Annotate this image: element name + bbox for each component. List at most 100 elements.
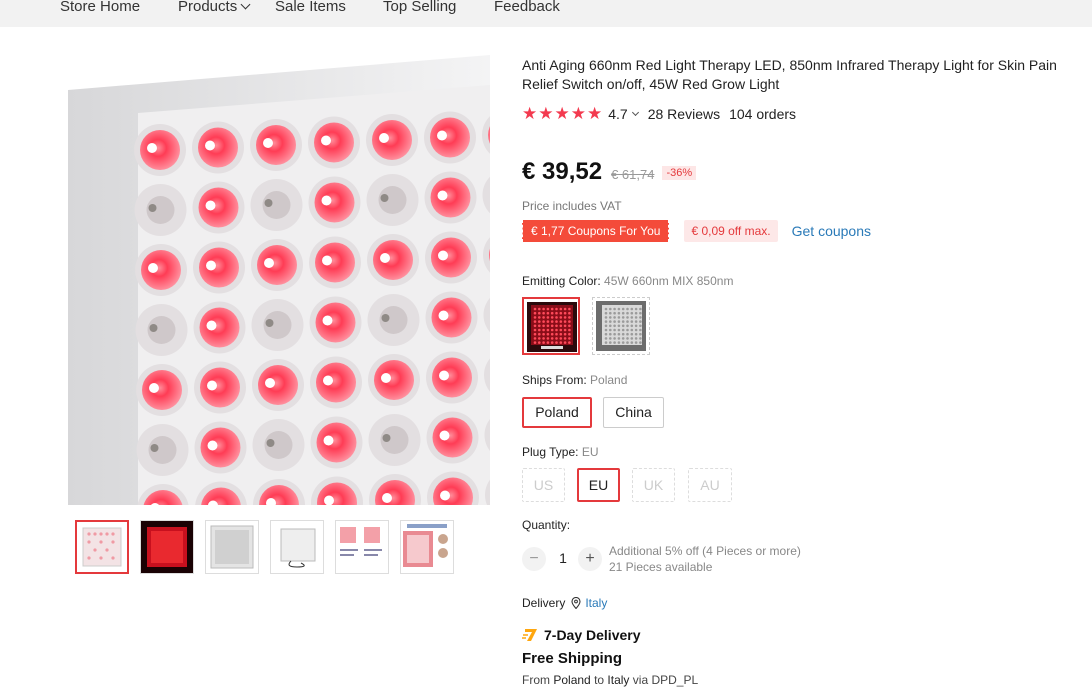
swatch-led-dot	[538, 320, 541, 323]
swatch-led-dot	[542, 324, 545, 328]
led-highlight	[321, 135, 331, 146]
thumbnail-spec-sheet-icon	[340, 527, 382, 556]
swatch-led-dot	[533, 337, 537, 340]
reviews-link[interactable]: 28 Reviews	[648, 106, 720, 122]
swatch-led-dot	[626, 337, 629, 340]
swatch-led-dot	[634, 341, 638, 344]
swatch-led-dot	[604, 332, 608, 336]
plug-eu[interactable]: EU	[577, 468, 620, 502]
swatch-led-dot	[542, 337, 545, 340]
thumbnail-3[interactable]	[205, 520, 259, 574]
swatch-led-dot	[639, 328, 642, 332]
emitting-color-value: 45W 660nm MIX 850nm	[604, 274, 734, 288]
swatch-led-dot	[550, 324, 554, 328]
location-pin-icon	[571, 597, 581, 609]
nav-store-home[interactable]: Store Home	[60, 0, 140, 15]
thumbnail-1[interactable]	[75, 520, 129, 574]
led-highlight	[381, 373, 391, 383]
chevron-down-icon	[240, 0, 251, 10]
swatch-led-dot	[626, 307, 629, 311]
swatch-led-dot	[630, 341, 634, 344]
swatch-led-dot	[542, 316, 545, 319]
swatch-led-dot	[538, 337, 541, 340]
swatch-led-dot	[634, 316, 638, 319]
main-product-image[interactable]	[68, 55, 490, 505]
swatch-led-dot	[613, 311, 616, 315]
led-red	[432, 417, 473, 458]
swatch-led-dot	[604, 320, 608, 323]
swatch-led-dot	[550, 341, 554, 344]
swatch-led-dot	[626, 332, 629, 336]
swatch-led-dot	[626, 311, 629, 315]
chevron-down-icon[interactable]	[631, 108, 639, 116]
nav-top-selling[interactable]: Top Selling	[383, 0, 456, 15]
color-swatch-grey[interactable]	[592, 297, 650, 355]
thumbnail-2[interactable]	[140, 520, 194, 574]
delivery-country-link[interactable]: Italy	[585, 596, 607, 610]
plug-uk[interactable]: UK	[632, 468, 675, 502]
swatch-led-dot	[639, 341, 642, 344]
rating-value[interactable]: 4.7	[608, 106, 627, 122]
swatch-led-dot	[617, 311, 621, 315]
swatch-led-dot	[626, 316, 629, 319]
led-highlight	[263, 138, 273, 148]
swatch-led-dot	[630, 332, 634, 336]
led-red	[314, 182, 355, 223]
swatch-led-dot	[634, 311, 638, 315]
get-coupons-link[interactable]: Get coupons	[792, 223, 871, 239]
led-panel-image	[68, 55, 490, 505]
thumbnail-6[interactable]	[400, 520, 454, 574]
led-highlight	[439, 430, 450, 441]
led-red	[200, 367, 240, 408]
star-icon: ★	[538, 104, 554, 123]
swatch-led-dot	[546, 332, 550, 336]
swatch-led-dot	[550, 311, 554, 315]
led-highlight	[207, 380, 217, 391]
plug-us[interactable]: US	[522, 468, 565, 502]
quantity-value[interactable]: 1	[557, 550, 569, 566]
swatch-led-dot	[555, 332, 558, 336]
swatch-led-dot	[609, 328, 612, 332]
swatch-led-dot	[609, 311, 612, 315]
swatch-led-dot	[542, 320, 545, 323]
ships-from-poland[interactable]: Poland	[522, 397, 592, 428]
swatch-led-dot	[630, 311, 634, 315]
swatch-led-dot	[621, 328, 625, 332]
thumbnail-led-panel-red-icon	[141, 521, 193, 573]
nav-products-label: Products	[178, 0, 238, 15]
swatch-led-dot	[617, 332, 621, 336]
swatch-led-dot	[550, 328, 554, 332]
discount-badge: -36%	[662, 166, 697, 180]
color-swatch-red[interactable]	[522, 297, 580, 355]
thumbnail-4[interactable]	[270, 520, 324, 574]
nav-feedback[interactable]: Feedback	[494, 0, 560, 15]
led-highlight	[266, 439, 275, 447]
swatch-led-dot	[617, 328, 621, 332]
thumbnail-5[interactable]	[335, 520, 389, 574]
led-highlight	[380, 194, 389, 202]
swatch-led-dot	[559, 337, 563, 340]
coupon-badge[interactable]: € 1,77 Coupons For You	[520, 219, 671, 243]
led-red	[199, 307, 240, 348]
coupon-off-max[interactable]: € 0,09 off max.	[684, 220, 778, 242]
ships-from-china[interactable]: China	[603, 397, 664, 428]
swatch-led-dot	[617, 337, 621, 340]
nav-products[interactable]: Products	[178, 0, 251, 15]
led-red	[430, 117, 470, 158]
swatch-led-dot	[621, 316, 625, 319]
quantity-decrease-button[interactable]: −	[522, 547, 546, 571]
nav-sale-items[interactable]: Sale Items	[275, 0, 346, 15]
swatch-led-dot	[609, 324, 612, 328]
plug-au[interactable]: AU	[688, 468, 732, 502]
swatch-led-dot	[555, 328, 558, 332]
grey-panel-swatch-icon	[596, 301, 646, 351]
to-country: Italy	[607, 673, 630, 687]
swatch-led-dot	[613, 320, 616, 323]
swatch-led-dot	[626, 328, 629, 332]
quantity-increase-button[interactable]: +	[578, 547, 602, 571]
led-red	[142, 370, 182, 410]
swatch-led-dot	[550, 337, 554, 340]
swatch-led-dot	[568, 324, 571, 328]
led-highlight	[207, 440, 218, 451]
swatch-led-dot	[630, 307, 634, 311]
